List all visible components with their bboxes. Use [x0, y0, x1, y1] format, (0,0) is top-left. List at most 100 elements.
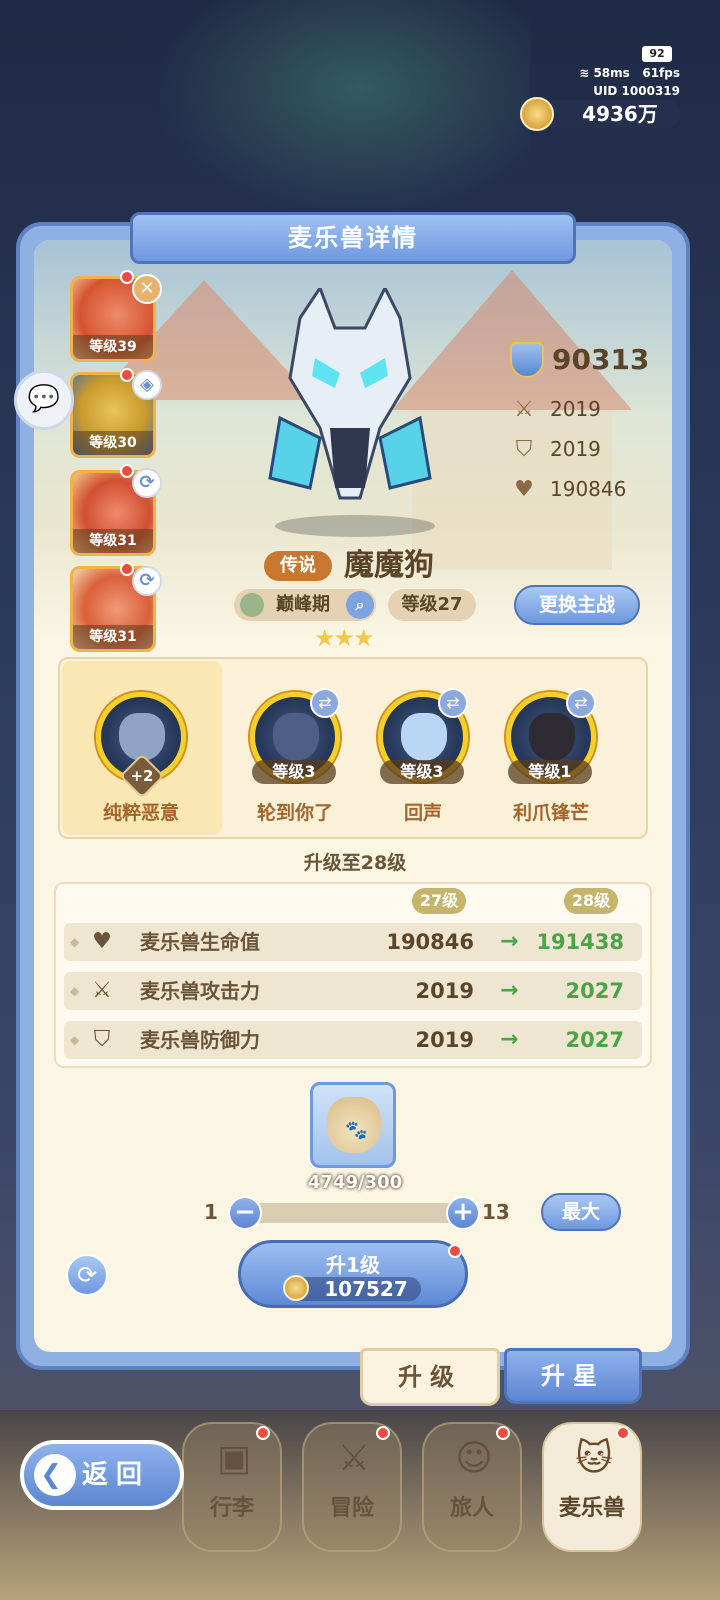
- creature-art: [268, 288, 432, 500]
- swap-main-button[interactable]: 更换主战: [514, 585, 640, 625]
- gold-value: 4936万: [582, 102, 658, 126]
- attr-label: 麦乐兽防御力: [140, 1028, 260, 1052]
- attr-label: 麦乐兽攻击力: [140, 979, 260, 1003]
- phase-icon: [240, 593, 264, 617]
- attr-current: 2019: [415, 979, 474, 1003]
- wifi-icon: ≋: [579, 66, 594, 80]
- shield-badge-icon: ◈: [132, 370, 162, 400]
- hp-value: 190846: [550, 477, 627, 501]
- skill-face: [119, 713, 165, 761]
- ping-text: 58ms: [593, 66, 630, 80]
- panel-title: 麦乐兽详情: [130, 212, 576, 264]
- level-up-button[interactable]: 升1级 107527: [238, 1240, 468, 1308]
- swords-icon: ⚔: [92, 978, 112, 1003]
- slider-max: 13: [482, 1200, 510, 1224]
- arrow-right-icon: →: [500, 978, 519, 1003]
- swords-icon: ⚔: [514, 397, 534, 422]
- side-card-level: 等级31: [73, 529, 153, 553]
- gold-counter[interactable]: 4936万: [520, 97, 680, 131]
- attr-current: 2019: [415, 1028, 474, 1052]
- skill-bonus: +2: [130, 767, 154, 785]
- max-button[interactable]: 最大: [541, 1193, 621, 1231]
- item-count: 4749/300: [307, 1172, 403, 1193]
- bullet-icon: ◆: [70, 1033, 80, 1047]
- coin-icon: [520, 97, 554, 131]
- attr-row-hp: ◆ ♥ 麦乐兽生命值 190846 → 191438: [64, 923, 642, 961]
- tab-upgrade[interactable]: 升级: [360, 1348, 500, 1406]
- arrow-right-icon: →: [500, 1027, 519, 1052]
- nav-item-luggage[interactable]: ▣ 行李: [182, 1422, 282, 1552]
- swap-icon[interactable]: ⇄: [310, 688, 340, 718]
- notification-dot: [376, 1426, 390, 1440]
- attr-current: 190846: [386, 930, 474, 954]
- swap-icon[interactable]: ⇄: [438, 688, 468, 718]
- notification-dot: [120, 270, 134, 284]
- power-shield-icon: [510, 342, 544, 378]
- skill-face: [529, 713, 575, 761]
- person-icon: ☺: [455, 1438, 493, 1479]
- nav-item-beast[interactable]: 🐱 麦乐兽: [542, 1422, 642, 1552]
- arrow-right-icon: →: [500, 929, 519, 954]
- phase-label: 巅峰期: [276, 594, 330, 615]
- nav-label: 旅人: [449, 1496, 494, 1521]
- star-rating: ★★★: [314, 624, 375, 652]
- refresh-icon[interactable]: ⟳: [66, 1254, 108, 1296]
- hp-stat: ♥ 190846: [512, 472, 652, 506]
- background-scene: [150, 0, 530, 220]
- attr-label: 麦乐兽生命值: [140, 930, 260, 954]
- skill-name: 利爪锋芒: [512, 802, 589, 824]
- heart-icon: ♥: [514, 477, 534, 502]
- rarity-badge: 传说: [264, 551, 332, 581]
- attr-next: 2027: [565, 979, 624, 1003]
- nav-item-adventure[interactable]: ⚔ 冒险: [302, 1422, 402, 1552]
- notification-dot: [496, 1426, 510, 1440]
- nav-label: 麦乐兽: [558, 1496, 625, 1521]
- attack-value: 2019: [550, 397, 601, 421]
- uid-text: UID 1000319: [593, 84, 680, 98]
- shield-icon: ⛉: [515, 437, 533, 462]
- back-button[interactable]: ❮ 返回: [20, 1440, 184, 1510]
- attr-row-defense: ◆ ⛉ 麦乐兽防御力 2019 → 2027: [64, 1021, 642, 1059]
- skill-face: [273, 713, 319, 761]
- shield-icon: ⛉: [93, 1027, 111, 1052]
- coin-icon: [283, 1275, 309, 1301]
- bullet-icon: ◆: [70, 935, 80, 949]
- skill-level: 等级3: [380, 760, 464, 784]
- phase-pill[interactable]: 巅峰期 ⌕: [234, 589, 376, 621]
- nav-label: 行李: [209, 1496, 254, 1521]
- notification-dot: [120, 562, 134, 576]
- creature-shadow: [275, 515, 435, 537]
- battery-indicator: 92: [642, 46, 672, 62]
- chat-icon[interactable]: 💬: [14, 370, 74, 430]
- link-icon: ⟳: [132, 566, 162, 596]
- nav-label: 冒险: [329, 1496, 374, 1521]
- tab-star-up[interactable]: 升星: [504, 1348, 642, 1404]
- slider-min: 1: [204, 1200, 218, 1224]
- skill-level: 等级3: [252, 760, 336, 784]
- cost-value: 107527: [324, 1277, 408, 1301]
- attack-stat: ⚔ 2019: [512, 392, 652, 426]
- notification-dot: [616, 1426, 630, 1440]
- bullet-icon: ◆: [70, 984, 80, 998]
- food-item-card[interactable]: 🐾: [310, 1082, 396, 1168]
- link-icon: ⟳: [132, 468, 162, 498]
- minus-button[interactable]: −: [228, 1196, 262, 1230]
- plus-button[interactable]: +: [446, 1196, 480, 1230]
- nav-item-traveler[interactable]: ☺ 旅人: [422, 1422, 522, 1552]
- combat-power: 90313: [510, 338, 660, 382]
- paw-icon: 🐾: [345, 1120, 368, 1141]
- status-bar: 92 ≋ 58ms 61fps UID 1000319 4936万: [480, 46, 680, 131]
- remove-icon[interactable]: ✕: [132, 274, 162, 304]
- notification-dot: [256, 1426, 270, 1440]
- side-card-level: 等级39: [73, 335, 153, 359]
- attr-row-attack: ◆ ⚔ 麦乐兽攻击力 2019 → 2027: [64, 972, 642, 1010]
- back-label: 返回: [82, 1460, 151, 1490]
- swords-icon: ⚔: [337, 1438, 371, 1479]
- swap-icon[interactable]: ⇄: [566, 688, 596, 718]
- amount-slider[interactable]: [244, 1203, 464, 1223]
- notification-dot: [448, 1244, 462, 1258]
- next-level-tag: 28级: [564, 888, 618, 914]
- zoom-icon[interactable]: ⌕: [346, 591, 374, 619]
- beast-level: 等级27: [388, 589, 476, 621]
- beast-name: 魔魔狗: [344, 548, 434, 583]
